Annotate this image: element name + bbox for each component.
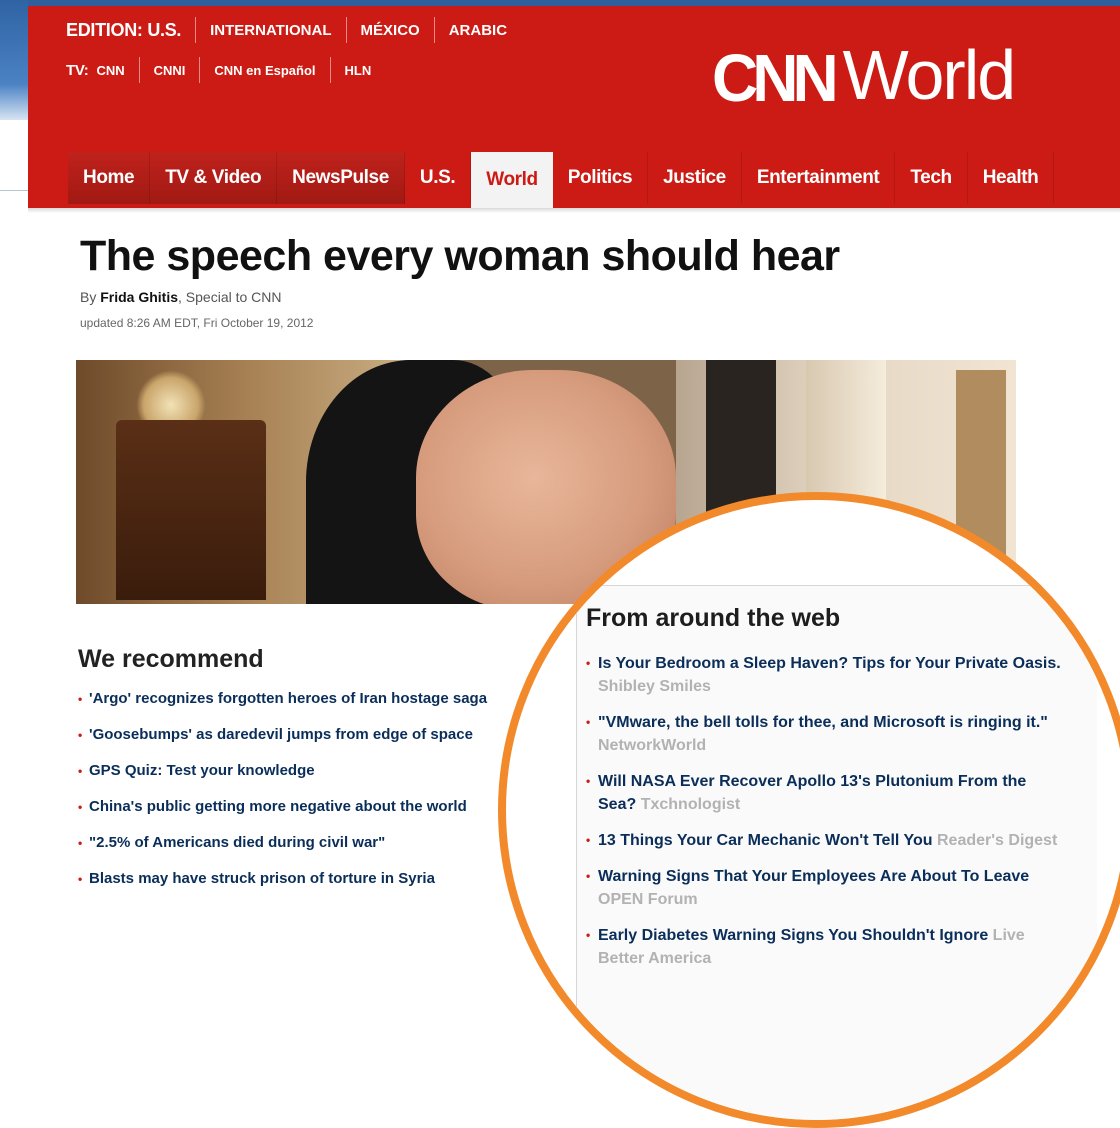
around-web-title: From around the web xyxy=(586,604,841,632)
recommend-link[interactable]: "2.5% of Americans died during civil war… xyxy=(78,832,518,854)
sponsored-link[interactable]: Will NASA Ever Recover Apollo 13's Pluto… xyxy=(586,770,1066,816)
divider xyxy=(345,17,347,43)
nav-tech[interactable]: Tech xyxy=(895,152,968,204)
sponsored-link[interactable]: "VMware, the bell tolls for thee, and Mi… xyxy=(586,711,1066,757)
edition-label: EDITION: U.S. xyxy=(66,19,182,40)
recommend-link[interactable]: 'Goosebumps' as daredevil jumps from edg… xyxy=(78,724,518,746)
article-headline: The speech every woman should hear xyxy=(80,232,840,280)
divider xyxy=(195,17,197,43)
recommend-link[interactable]: China's public getting more negative abo… xyxy=(78,796,518,818)
main-nav: Home TV & Video NewsPulse U.S. World Pol… xyxy=(28,150,1120,208)
edition-current[interactable]: U.S. xyxy=(147,20,181,40)
author-link[interactable]: Frida Ghitis xyxy=(100,289,178,305)
nav-politics[interactable]: Politics xyxy=(553,152,649,204)
sponsored-link[interactable]: Early Diabetes Warning Signs You Shouldn… xyxy=(586,924,1066,970)
recommend-link[interactable]: 'Argo' recognizes forgotten heroes of Ir… xyxy=(78,688,518,710)
edition-bar: EDITION: U.S. INTERNATIONAL MÉXICO ARABI… xyxy=(66,17,507,43)
sponsor-source: NetworkWorld xyxy=(598,737,707,754)
sponsor-source: Reader's Digest xyxy=(936,832,1058,849)
tv-link-cnni[interactable]: CNNI xyxy=(154,63,186,78)
logo-section-name: World xyxy=(842,36,1017,114)
nav-tv-video[interactable]: TV & Video xyxy=(150,152,278,204)
cnn-logo-mark: CNN xyxy=(712,40,839,116)
edition-link-arabic[interactable]: ARABIC xyxy=(449,22,507,39)
sponsored-link[interactable]: Warning Signs That Your Employees Are Ab… xyxy=(586,865,1066,911)
tv-bar: TV: CNN CNNI CNN en Español HLN xyxy=(66,57,371,83)
nav-newspulse[interactable]: NewsPulse xyxy=(277,152,405,204)
nav-us[interactable]: U.S. xyxy=(405,152,472,204)
divider xyxy=(199,57,201,83)
we-recommend-list: 'Argo' recognizes forgotten heroes of Ir… xyxy=(78,688,518,904)
sponsored-link[interactable]: Is Your Bedroom a Sleep Haven? Tips for … xyxy=(586,652,1066,698)
around-web-list: Is Your Bedroom a Sleep Haven? Tips for … xyxy=(586,652,1066,983)
divider xyxy=(138,57,140,83)
desktop-fringe xyxy=(0,0,30,996)
nav-health[interactable]: Health xyxy=(968,152,1055,204)
divider xyxy=(0,190,30,191)
sponsor-source: Txchnologist xyxy=(640,796,741,813)
cnn-world-logo[interactable]: CNN World xyxy=(712,36,1017,116)
nav-home[interactable]: Home xyxy=(68,152,151,204)
nav-shadow xyxy=(28,208,1120,213)
divider xyxy=(329,57,331,83)
tv-label: TV: xyxy=(66,61,89,79)
tv-link-hln[interactable]: HLN xyxy=(345,63,372,78)
tv-link-cnn[interactable]: CNN xyxy=(96,63,124,78)
desktop-background xyxy=(0,0,30,120)
nav-justice[interactable]: Justice xyxy=(648,152,742,204)
tv-link-cnn-espanol[interactable]: CNN en Español xyxy=(214,63,315,78)
header-top-strip xyxy=(28,0,1120,6)
nav-world[interactable]: World xyxy=(471,152,553,208)
recommend-link[interactable]: GPS Quiz: Test your knowledge xyxy=(78,760,518,782)
article-byline: By Frida Ghitis, Special to CNN xyxy=(80,289,282,305)
edition-link-mexico[interactable]: MÉXICO xyxy=(361,22,420,39)
divider xyxy=(433,17,435,43)
sponsor-source: OPEN Forum xyxy=(598,891,698,908)
we-recommend-title: We recommend xyxy=(78,645,264,673)
edition-link-international[interactable]: INTERNATIONAL xyxy=(210,22,331,39)
sponsor-source: Shibley Smiles xyxy=(598,678,711,695)
article-timestamp: updated 8:26 AM EDT, Fri October 19, 201… xyxy=(80,316,314,330)
nav-entertainment[interactable]: Entertainment xyxy=(742,152,896,204)
sponsored-link[interactable]: 13 Things Your Car Mechanic Won't Tell Y… xyxy=(586,829,1066,852)
recommend-link[interactable]: Blasts may have struck prison of torture… xyxy=(78,868,518,890)
